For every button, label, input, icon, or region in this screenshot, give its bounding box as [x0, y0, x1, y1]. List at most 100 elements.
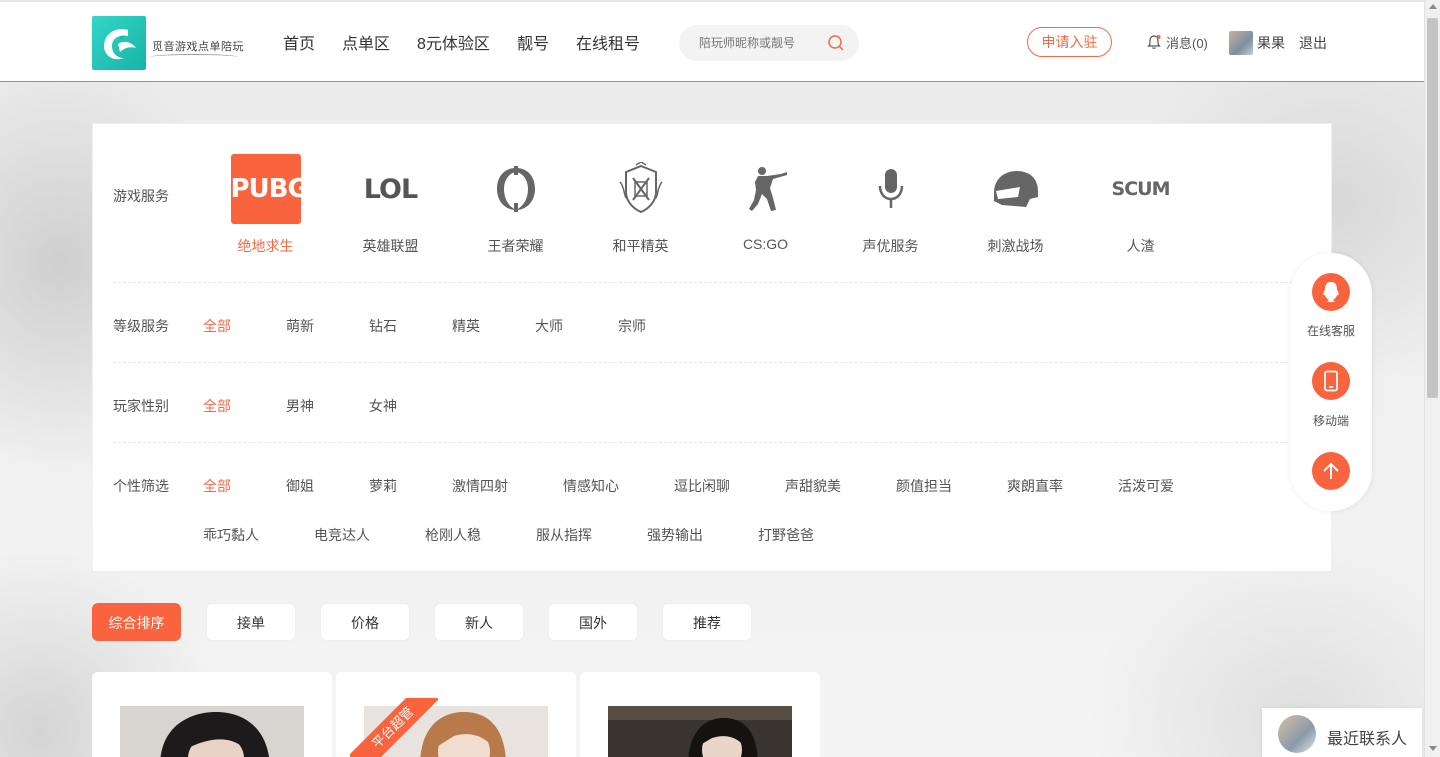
game-item-battlegrounds[interactable]: 刺激战场 [953, 154, 1078, 256]
scroll-up-arrow-icon[interactable] [1429, 4, 1437, 9]
bell-icon [1147, 35, 1161, 49]
sort-tab-newcomer[interactable]: 新人 [434, 603, 524, 641]
game-name: 王者荣耀 [487, 238, 544, 254]
personality-option[interactable]: 激情四射 [452, 476, 508, 496]
scroll-down-arrow-icon[interactable] [1429, 746, 1437, 751]
game-item-honor-of-kings[interactable]: 王者荣耀 [453, 154, 578, 256]
game-name: 和平精英 [612, 238, 669, 254]
personality-option[interactable]: 爽朗直率 [1007, 476, 1063, 496]
divider [113, 362, 1313, 363]
game-item-lol[interactable]: LOL 英雄联盟 [328, 154, 453, 256]
personality-option[interactable]: 萝莉 [369, 476, 397, 496]
personality-option[interactable]: 情感知心 [563, 476, 619, 496]
personality-option[interactable]: 声甜貌美 [785, 476, 841, 496]
gender-option-all[interactable]: 全部 [203, 396, 231, 416]
search-input[interactable] [699, 33, 819, 53]
game-name: 刺激战场 [987, 238, 1044, 254]
lol-logo-icon: LOL [356, 154, 426, 224]
contact-avatar [1278, 715, 1316, 753]
personality-option[interactable]: 强势输出 [647, 525, 703, 545]
user-avatar[interactable] [1229, 31, 1253, 55]
game-item-scum[interactable]: SCUM 人渣 [1078, 154, 1203, 256]
recent-contacts-label: 最近联系人 [1327, 731, 1408, 748]
level-option[interactable]: 钻石 [369, 316, 397, 336]
player-card[interactable] [92, 672, 332, 757]
recent-contacts-widget[interactable]: 最近联系人 [1262, 708, 1422, 757]
personality-option-all[interactable]: 全部 [203, 476, 231, 496]
game-item-voice-service[interactable]: 声优服务 [828, 154, 953, 256]
nav-trial-zone[interactable]: 8元体验区 [417, 30, 490, 54]
dolphin-logo-icon [104, 28, 136, 60]
game-name: CS:GO [742, 236, 789, 252]
search-icon[interactable] [827, 34, 845, 52]
game-name: 人渣 [1126, 238, 1155, 254]
peace-elite-logo-icon [606, 154, 676, 224]
header-top-line [0, 0, 1424, 2]
personality-option[interactable]: 御姐 [286, 476, 314, 496]
game-item-peace-elite[interactable]: 和平精英 [578, 154, 703, 256]
personality-option[interactable]: 逗比闲聊 [674, 476, 730, 496]
personality-option[interactable]: 活泼可爱 [1118, 476, 1174, 496]
personality-option[interactable]: 打野爸爸 [758, 525, 814, 545]
sort-tab-overseas[interactable]: 国外 [548, 603, 638, 641]
personality-option[interactable]: 乖巧黏人 [203, 525, 259, 545]
nav-account-rental[interactable]: 在线租号 [576, 30, 640, 54]
game-item-csgo[interactable]: CS:GO [703, 154, 828, 256]
nav-home[interactable]: 首页 [283, 30, 315, 54]
platform-admin-ribbon: 平台超管 [350, 698, 438, 757]
site-logo[interactable] [92, 16, 146, 70]
game-list: PUBG 绝地求生 LOL 英雄联盟 王者荣耀 和平精英 CS:GO 声优服务 … [203, 154, 1203, 256]
honor-of-kings-logo-icon [481, 154, 551, 224]
scrollbar-thumb[interactable] [1427, 18, 1438, 398]
gender-option[interactable]: 女神 [369, 396, 397, 416]
level-option[interactable]: 宗师 [618, 316, 646, 336]
level-service-label: 等级服务 [113, 318, 169, 334]
game-service-label: 游戏服务 [113, 188, 169, 204]
phone-icon [1324, 370, 1338, 392]
divider [113, 442, 1313, 443]
mobile-app-button[interactable] [1312, 362, 1350, 400]
player-card[interactable]: 平台超管 [336, 672, 576, 757]
apply-join-button[interactable]: 申请入驻 [1027, 27, 1112, 57]
helmet-icon [981, 154, 1051, 224]
personality-option[interactable]: 服从指挥 [536, 525, 592, 545]
player-photo [120, 706, 304, 757]
level-option[interactable]: 萌新 [286, 316, 314, 336]
player-photo [608, 706, 792, 757]
game-item-pubg[interactable]: PUBG 绝地求生 [203, 154, 328, 256]
gender-option[interactable]: 男神 [286, 396, 314, 416]
nav-order-zone[interactable]: 点单区 [342, 30, 390, 54]
personality-option[interactable]: 枪刚人稳 [425, 525, 481, 545]
back-to-top-button[interactable] [1312, 452, 1350, 490]
game-name: 绝地求生 [237, 238, 294, 254]
nav-pretty-id[interactable]: 靓号 [517, 30, 549, 54]
personality-option[interactable]: 电竞达人 [314, 525, 370, 545]
top-header: 觅音游戏点单陪玩 首页 点单区 8元体验区 靓号 在线租号 申请入驻 消息(0)… [0, 0, 1424, 82]
page-scrollbar[interactable] [1424, 0, 1440, 757]
floating-toolbar: 在线客服 移动端 [1290, 253, 1372, 511]
game-name: 英雄联盟 [362, 238, 419, 254]
lol-logo-text: LOL [363, 173, 418, 205]
sort-tab-orders[interactable]: 接单 [206, 603, 296, 641]
username[interactable]: 果果 [1257, 33, 1285, 53]
pubg-logo-icon: PUBG [230, 154, 309, 224]
logout-link[interactable]: 退出 [1299, 33, 1327, 53]
sort-tab-price[interactable]: 价格 [320, 603, 410, 641]
personality-label: 个性筛选 [113, 478, 169, 494]
messages-label: 消息(0) [1166, 36, 1208, 51]
qq-penguin-icon [1323, 282, 1339, 302]
sort-tab-recommended[interactable]: 推荐 [662, 603, 752, 641]
level-option[interactable]: 精英 [452, 316, 480, 336]
sort-tab-overall[interactable]: 综合排序 [92, 603, 181, 641]
level-option-all[interactable]: 全部 [203, 316, 231, 336]
logo-slogan: 觅音游戏点单陪玩 [152, 41, 244, 53]
main-nav: 首页 点单区 8元体验区 靓号 在线租号 [283, 30, 667, 54]
player-card[interactable] [580, 672, 820, 757]
search-box [679, 25, 859, 61]
online-service-button[interactable] [1312, 273, 1350, 311]
mobile-app-label: 移动端 [1312, 414, 1349, 428]
divider [113, 282, 1313, 283]
ribbon-label: 平台超管 [350, 698, 438, 757]
level-option[interactable]: 大师 [535, 316, 563, 336]
personality-option[interactable]: 颜值担当 [896, 476, 952, 496]
